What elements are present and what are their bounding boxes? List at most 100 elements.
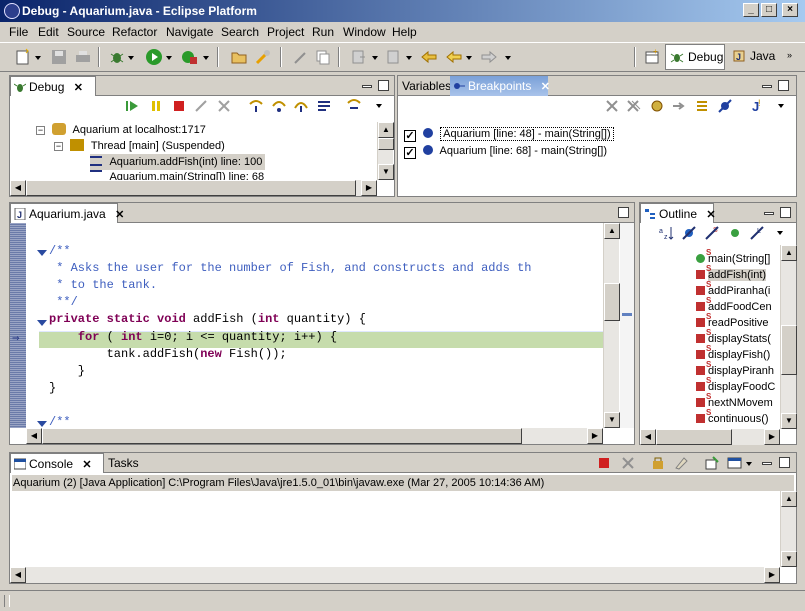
suspend-icon[interactable] [148,98,164,114]
minimize-view-button[interactable] [764,212,774,215]
scroll-up-icon[interactable]: ▲ [781,245,797,261]
maximize-view-button[interactable] [778,80,789,91]
scroll-lock-icon[interactable] [650,455,666,471]
view-menu-icon[interactable] [778,104,784,108]
prev-annotation-icon[interactable] [385,48,403,66]
outline-item[interactable]: Scontinuous() [696,408,769,427]
search-icon[interactable] [254,48,272,66]
scroll-thumb[interactable] [604,283,620,321]
tab-tasks[interactable]: Tasks [104,453,145,473]
tab-aquarium-java[interactable]: J Aquarium.java ✕ [10,203,124,223]
chevron-down-icon[interactable] [406,56,412,60]
chevron-down-icon[interactable] [128,56,134,60]
scroll-left-icon[interactable]: ◀ [10,567,26,583]
terminate-icon[interactable] [596,455,612,471]
forward-icon[interactable] [480,48,498,66]
chevron-down-icon[interactable] [203,56,209,60]
tab-console[interactable]: Console ✕ [10,453,104,473]
close-icon[interactable]: ✕ [706,209,715,221]
title-bar[interactable]: Debug - Aquarium.java - Eclipse Platform… [0,0,805,22]
remove-launch-icon[interactable] [620,455,636,471]
hide-static-icon[interactable]: S [704,225,720,241]
console-vscrollbar[interactable]: ▲ ▼ [780,491,797,567]
java-perspective-button[interactable]: J Java [728,44,778,70]
clear-console-icon[interactable] [673,455,689,471]
new-icon[interactable] [14,48,32,66]
pin-console-icon[interactable] [704,455,720,471]
minimize-view-button[interactable] [762,85,772,88]
breakpoint-checkbox[interactable]: ✓ [404,147,416,159]
collapse-icon[interactable]: − [36,126,45,135]
tree-item-vm[interactable]: − Aquarium at localhost:1717 [36,122,206,138]
menu-window[interactable]: Window [343,25,386,39]
maximize-view-button[interactable] [780,207,791,218]
scroll-thumb[interactable] [378,138,394,150]
scroll-left-icon[interactable]: ◀ [26,428,42,444]
step-over-icon[interactable] [271,98,287,114]
tab-debug[interactable]: Debug ✕ [10,76,96,96]
scroll-up-icon[interactable]: ▲ [604,223,620,239]
tab-outline[interactable]: Outline ✕ [640,203,716,223]
close-button[interactable]: × [782,3,798,17]
edit-icon[interactable] [292,48,310,66]
hide-fields-icon[interactable] [681,225,697,241]
chevron-down-icon[interactable] [505,56,511,60]
debug-hscrollbar[interactable]: ◀ ▶ [10,180,377,196]
debug-perspective-button[interactable]: Debug [665,44,725,70]
menu-source[interactable]: Source [67,25,105,39]
scroll-right-icon[interactable]: ▶ [587,428,603,444]
save-icon[interactable] [50,48,68,66]
menu-file[interactable]: File [9,25,28,39]
remove-all-breakpoints-icon[interactable] [626,98,642,114]
fold-icon[interactable] [37,421,47,427]
copy-icon[interactable] [314,48,332,66]
scroll-up-icon[interactable]: ▲ [378,122,394,138]
menu-run[interactable]: Run [312,25,334,39]
scroll-left-icon[interactable]: ◀ [10,180,26,196]
vertical-ruler[interactable] [10,223,26,428]
view-menu-icon[interactable] [376,104,382,108]
scroll-up-icon[interactable]: ▲ [781,491,797,507]
open-type-icon[interactable] [230,48,248,66]
back-icon[interactable] [445,48,463,66]
sort-icon[interactable]: az [658,225,674,241]
maximize-view-button[interactable] [779,457,790,468]
terminate-icon[interactable] [171,98,187,114]
tree-item-frame[interactable]: Aquarium.main(String[]) line: 68 [90,170,264,180]
scroll-right-icon[interactable]: ▶ [764,429,780,445]
tab-variables[interactable]: Variables [398,76,457,96]
breakpoint-item[interactable]: ✓ Aquarium [line: 68] - main(String[]) [404,143,607,159]
debug-scrollbar[interactable]: ▲ ▼ [377,122,394,180]
minimize-view-button[interactable] [762,462,772,465]
debug-icon[interactable] [108,48,126,66]
scroll-right-icon[interactable]: ▶ [764,567,780,583]
scroll-down-icon[interactable]: ▼ [604,412,620,428]
fold-icon[interactable] [37,320,47,326]
remove-breakpoint-icon[interactable] [604,98,620,114]
view-menu-icon[interactable] [777,231,783,235]
scroll-right-icon[interactable]: ▶ [361,180,377,196]
minimize-button[interactable]: _ [743,3,759,17]
chevron-down-icon[interactable] [166,56,172,60]
breakpoint-checkbox[interactable]: ✓ [404,130,416,142]
chevron-down-icon[interactable] [466,56,472,60]
print-icon[interactable] [74,48,92,66]
editor-hscrollbar[interactable]: ◀ ▶ [26,428,603,444]
hide-nonpublic-icon[interactable] [727,225,743,241]
resume-icon[interactable] [124,98,140,114]
overview-marker[interactable] [622,313,632,316]
chevron-down-icon[interactable] [35,56,41,60]
skip-breakpoints-icon[interactable] [694,98,710,114]
hide-local-types-icon[interactable]: L [749,225,765,241]
perspective-overflow[interactable]: » [787,48,793,68]
overview-ruler[interactable] [620,223,634,428]
minimize-view-button[interactable] [362,85,372,88]
step-return-icon[interactable] [293,98,309,114]
close-icon[interactable]: ✕ [541,81,550,93]
chevron-down-icon[interactable] [746,462,752,466]
maximize-button[interactable]: □ [761,3,777,17]
add-exception-breakpoint-icon[interactable]: J! [748,98,764,114]
next-annotation-icon[interactable] [350,48,368,66]
disconnect-icon[interactable] [193,98,209,114]
close-icon[interactable]: ✕ [82,459,91,471]
